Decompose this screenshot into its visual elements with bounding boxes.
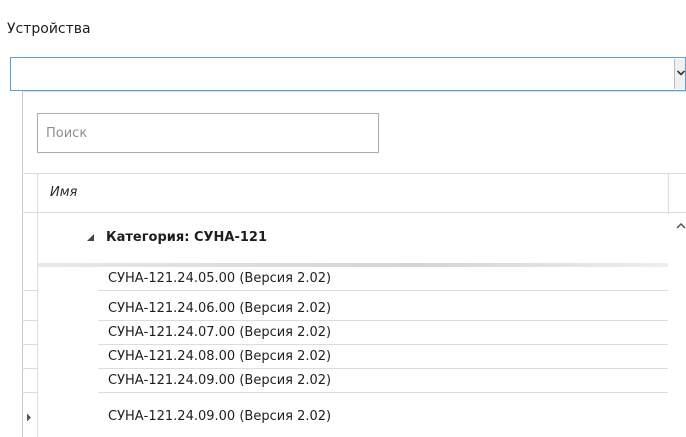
list-item[interactable]: СУНА-121.24.08.00 (Версия 2.02)	[22, 345, 668, 369]
search-input[interactable]	[37, 113, 379, 153]
header-right-border	[668, 174, 669, 214]
expand-triangle-icon[interactable]	[86, 233, 95, 242]
group-label: Категория: СУНА-121	[106, 230, 267, 245]
list-item-label: СУНА-121.24.09.00 (Версия 2.02)	[108, 373, 332, 388]
devices-label: Устройства	[7, 21, 91, 37]
list-item[interactable]: СУНА-121.24.09.00 (Версия 2.02)	[22, 369, 668, 393]
row-separator	[22, 290, 37, 291]
list-item-label: СУНА-121.24.08.00 (Версия 2.02)	[108, 349, 332, 364]
row-separator	[98, 392, 668, 393]
current-row-arrow-icon	[27, 413, 31, 422]
scroll-up-icon[interactable]	[676, 222, 686, 230]
list-item[interactable]: СУНА-121.24.07.00 (Версия 2.02)	[22, 321, 668, 345]
column-header-name[interactable]: Имя	[50, 174, 77, 212]
combobox-dropdown-button[interactable]	[674, 59, 685, 89]
list-item-label: СУНА-121.24.06.00 (Версия 2.02)	[108, 301, 332, 316]
list-item[interactable]: СУНА-121.24.05.00 (Версия 2.02)	[22, 267, 668, 291]
list-item-current[interactable]: СУНА-121.24.09.00 (Версия 2.02)	[22, 405, 668, 429]
row-separator	[22, 392, 37, 393]
grid-top-border	[22, 173, 686, 174]
group-row[interactable]: Категория: СУНА-121	[38, 213, 668, 263]
list-item-label: СУНА-121.24.05.00 (Версия 2.02)	[108, 271, 332, 286]
devices-combobox[interactable]	[10, 57, 686, 91]
row-separator	[98, 290, 668, 291]
list-item-label: СУНА-121.24.07.00 (Версия 2.02)	[108, 325, 332, 340]
list-item-label: СУНА-121.24.09.00 (Версия 2.02)	[108, 409, 332, 424]
list-item[interactable]: СУНА-121.24.06.00 (Версия 2.02)	[22, 297, 668, 321]
chevron-down-icon	[677, 70, 685, 76]
